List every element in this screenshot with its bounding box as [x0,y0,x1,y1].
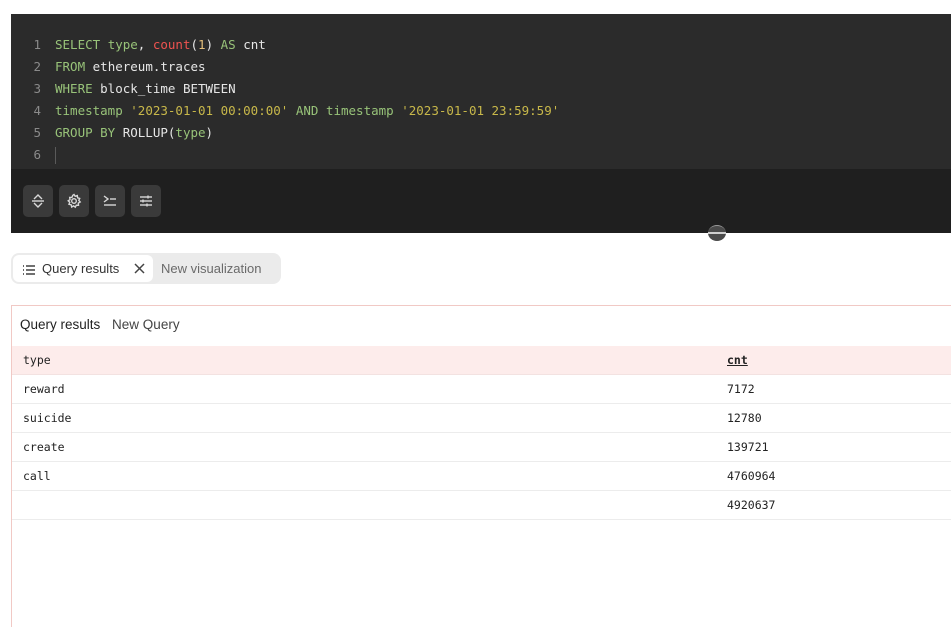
gear-icon [67,193,82,209]
table-row[interactable]: reward 7172 [12,375,951,404]
line-number: 3 [33,81,41,96]
cell-type: call [23,469,51,483]
results-query-name: New Query [112,317,180,332]
editor-toolbar [11,169,951,233]
sql-editor[interactable]: 1 SELECT type, count(1) AS cnt 2 FROM ether… [11,14,951,169]
settings-button[interactable] [59,185,89,217]
line-number: 5 [33,125,41,140]
code-token: timestamp [325,103,402,118]
code-token: SELECT [55,37,108,52]
results-tabbar: Query results New visualization [11,253,281,284]
code-token: block_time BETWEEN [100,81,236,96]
collapse-expand-icon [32,194,44,208]
code-token: GROUP BY [55,125,123,140]
line-text: FROM ethereum.traces [55,56,206,78]
line-text: timestamp '2023-01-01 00:00:00' AND time… [55,100,559,122]
line-text: WHERE block_time BETWEEN [55,78,236,100]
results-title: Query results [20,317,101,332]
collapse-expand-button[interactable] [23,185,53,217]
line-text: SELECT type, count(1) AS cnt [55,34,266,56]
tab-query-results[interactable]: Query results [13,255,153,282]
tab-query-results-label: Query results [42,261,120,276]
table-row[interactable]: suicide 12780 [12,404,951,433]
code-token: '2023-01-01 23:59:59' [401,103,560,118]
cell-cnt: 7172 [727,382,755,396]
code-token: 1 [198,37,206,52]
table-row[interactable]: call 4760964 [12,462,951,491]
text-cursor [55,147,56,164]
code-token: timestamp [55,103,131,118]
code-token: ) [205,125,214,140]
line-number: 2 [33,59,41,74]
indent-icon [103,195,116,206]
cell-cnt: 4920637 [727,498,776,512]
code-token: AND [288,103,326,118]
code-token: ( [190,37,199,52]
line-text: GROUP BY ROLLUP(type) [55,122,213,144]
code-token: type [175,125,206,140]
code-token: ) [205,37,221,52]
cell-cnt: 139721 [727,440,769,454]
code-token: '2023-01-01 00:00:00' [130,103,289,118]
code-token: count [152,37,191,52]
table-body: reward 7172 suicide 12780 create 139721 call 47… [12,375,951,520]
code-token: type [107,37,138,52]
results-header: Query results New Query [20,316,180,334]
line-number: 1 [33,37,41,52]
code-token: cnt [243,37,266,52]
cell-type: reward [23,382,65,396]
table-row[interactable]: create 139721 [12,433,951,462]
sliders-icon [140,195,152,207]
code-token: ethereum.traces [92,59,206,74]
cell-type: create [23,440,65,454]
table-header: type cnt [12,346,951,375]
column-header-type[interactable]: type [23,346,51,375]
cell-type: suicide [23,411,72,425]
code-token: ROLLUP [122,125,168,140]
code-token: , [137,37,153,52]
close-icon[interactable] [133,262,146,275]
cell-cnt: 4760964 [727,469,776,483]
line-number: 6 [33,147,41,162]
cell-cnt: 12780 [727,411,762,425]
format-query-button[interactable] [95,185,125,217]
tab-new-visualization[interactable]: New visualization [161,253,261,284]
code-token: FROM [55,59,93,74]
code-token: WHERE [55,81,101,96]
table-row[interactable]: 4920637 [12,491,951,520]
results-table: type cnt reward 7172 suicide 12780 create 139… [12,346,951,520]
column-header-cnt[interactable]: cnt [727,346,748,375]
resize-handle[interactable] [708,225,726,241]
results-panel: Query results New Query type cnt reward 7… [11,305,951,627]
line-number: 4 [33,103,41,118]
code-token: AS [220,37,244,52]
options-button[interactable] [131,185,161,217]
list-icon [22,263,36,275]
